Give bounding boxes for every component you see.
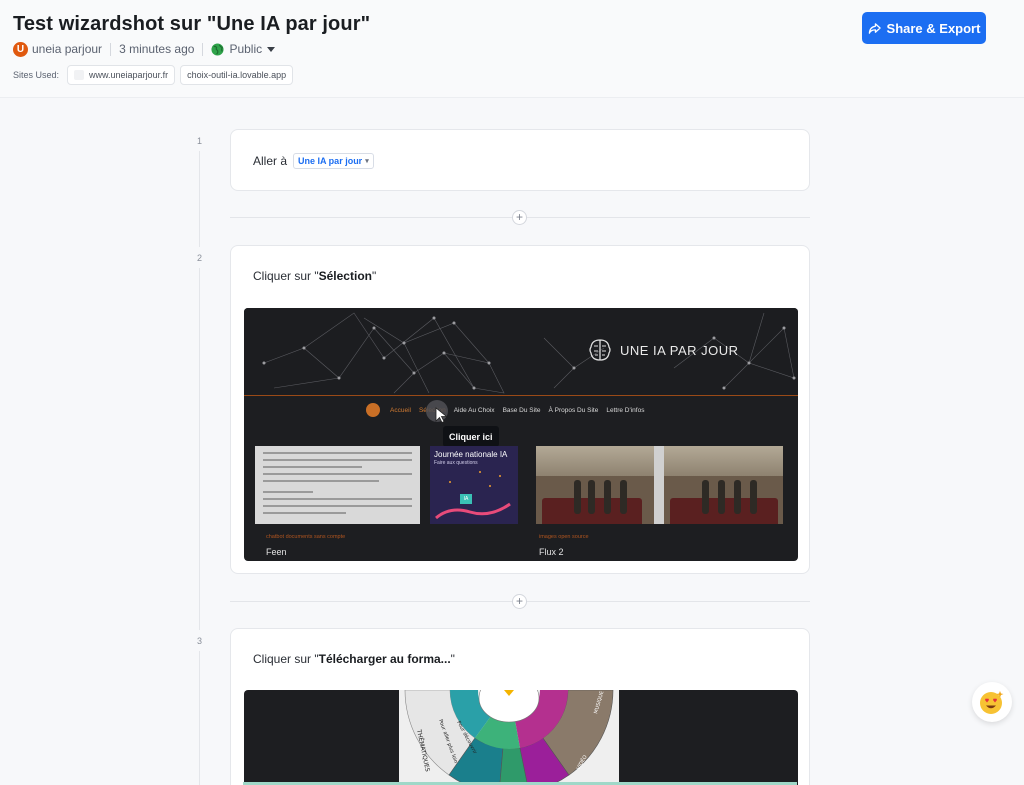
step-card-3[interactable]: Cliquer sur " Télécharger au forma... " TH… xyxy=(230,628,810,785)
step-text: " xyxy=(450,652,455,666)
share-export-button[interactable]: Share & Export xyxy=(862,12,986,44)
share-button-label: Share & Export xyxy=(886,20,981,36)
click-tooltip: Cliquer ici xyxy=(443,426,499,447)
post-thumbnail xyxy=(255,446,420,524)
site-nav-item: Base Du Site xyxy=(502,406,541,414)
post-title: Feen xyxy=(266,547,287,557)
site-logo-icon xyxy=(366,403,380,417)
site-nav-item: Lettre D'infos xyxy=(606,406,645,414)
step-number: 3 xyxy=(189,630,210,651)
site-chip[interactable]: www.uneiaparjour.fr xyxy=(67,65,176,85)
step-card-1[interactable]: Aller à Une IA par jour ▾ xyxy=(230,129,810,191)
meta-row: U uneia parjour 3 minutes ago Public xyxy=(13,40,276,58)
step-instruction: Aller à Une IA par jour ▾ xyxy=(253,153,374,169)
step-card-2[interactable]: Cliquer sur " Sélection " UNE IA PAR JOU… xyxy=(230,245,810,574)
site-nav-item: Aide Au Choix xyxy=(453,406,495,414)
site-hero: UNE IA PAR JOUR xyxy=(244,308,798,396)
plus-icon[interactable]: + xyxy=(512,210,527,225)
post-tags: chatbot documents sans compte xyxy=(266,534,346,540)
site-link-chip[interactable]: Une IA par jour ▾ xyxy=(293,153,374,169)
feedback-emoji-button[interactable] xyxy=(972,682,1012,722)
step-text: Cliquer sur " xyxy=(253,269,319,283)
site-logo: UNE IA PAR JOUR xyxy=(586,336,739,364)
nav-divider xyxy=(244,395,798,396)
post-thumbnail: Journée nationale IA Faire aux questions… xyxy=(430,446,518,524)
visibility-dropdown[interactable]: Public xyxy=(211,42,276,56)
site-chip-label: www.uneiaparjour.fr xyxy=(89,70,169,80)
step-text: " xyxy=(371,269,377,283)
author-name[interactable]: uneia parjour xyxy=(32,42,102,56)
site-brand-name: UNE IA PAR JOUR xyxy=(620,342,739,358)
separator xyxy=(110,42,112,56)
globe-icon xyxy=(211,42,224,56)
step-text: Aller à xyxy=(253,154,288,168)
post-thumbnail xyxy=(536,446,783,524)
sites-label: Sites Used: xyxy=(13,70,60,80)
step-target: Sélection xyxy=(318,269,372,283)
step-instruction: Cliquer sur " Télécharger au forma... " xyxy=(253,652,455,666)
step-text: Cliquer sur " xyxy=(253,652,319,666)
step-target: Télécharger au forma... xyxy=(318,652,451,666)
site-link-label: Une IA par jour xyxy=(298,156,363,166)
site-chip[interactable]: choix-outil-ia.lovable.app xyxy=(180,65,294,85)
page-title: Test wizardshot sur "Une IA par jour" xyxy=(13,13,371,35)
chevron-down-icon: ▾ xyxy=(365,158,369,165)
cursor-icon xyxy=(435,407,448,423)
hand-illustration xyxy=(435,471,511,520)
step-screenshot[interactable]: UNE IA PAR JOUR Accueil Sélection Aide A… xyxy=(244,308,798,561)
favicon-icon xyxy=(74,70,85,80)
step-instruction: Cliquer sur " Sélection " xyxy=(253,269,376,283)
post-tags: images open source xyxy=(539,534,589,540)
site-chip-label: choix-outil-ia.lovable.app xyxy=(187,70,287,80)
step-screenshot[interactable]: THÉMATIQUES Pour aller plus loin Pour dé… xyxy=(244,690,798,785)
emoji-heart-eyes-icon xyxy=(980,691,1004,714)
avatar[interactable]: U xyxy=(13,41,28,57)
timeline-line xyxy=(199,140,200,785)
site-nav-item: À Propos Du Site xyxy=(548,406,599,414)
plus-icon[interactable]: + xyxy=(512,594,527,609)
share-icon xyxy=(868,22,881,34)
sites-used: Sites Used: www.uneiaparjour.fr choix-ou… xyxy=(13,65,294,85)
separator xyxy=(202,42,204,56)
site-nav-item: Accueil xyxy=(390,406,411,414)
wheel-chart-graphic: THÉMATIQUES Pour aller plus loin Pour dé… xyxy=(404,690,614,785)
step-number: 2 xyxy=(189,247,210,268)
post-title: Flux 2 xyxy=(539,547,564,557)
step-number: 1 xyxy=(189,130,210,151)
visibility-label: Public xyxy=(229,42,263,56)
chevron-down-icon xyxy=(267,46,276,52)
site-nav: Accueil Sélection Aide Au Choix Base Du … xyxy=(366,402,652,418)
page-header: Test wizardshot sur "Une IA par jour" U … xyxy=(0,0,1024,98)
wheel-infographic: THÉMATIQUES Pour aller plus loin Pour dé… xyxy=(399,690,619,785)
brain-icon xyxy=(589,339,611,361)
timestamp: 3 minutes ago xyxy=(119,42,195,56)
